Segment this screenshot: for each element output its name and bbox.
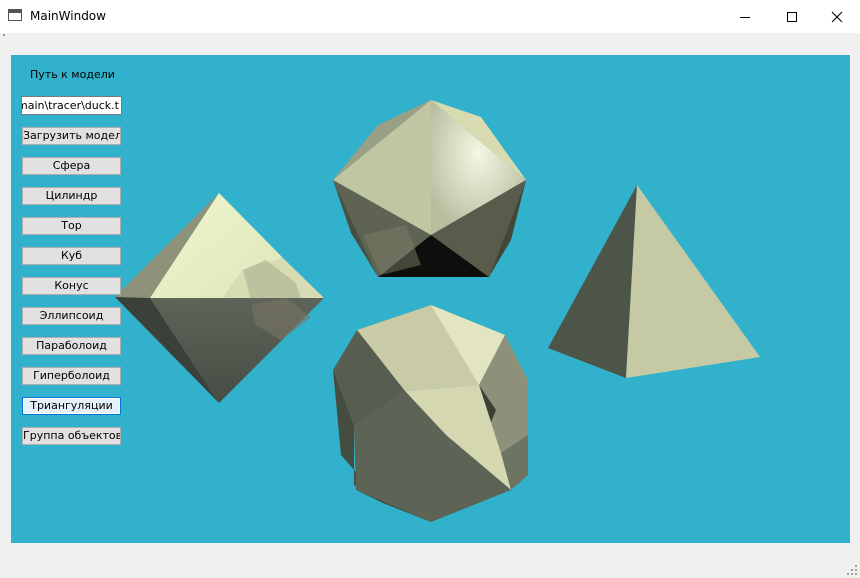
title-bar: MainWindow — [0, 0, 860, 33]
dodecahedron-model — [333, 305, 528, 522]
minimize-icon — [740, 16, 750, 18]
app-window-icon — [8, 9, 22, 21]
icosahedron-model — [333, 100, 526, 277]
triangulations-button[interactable]: Триангуляции — [22, 397, 121, 415]
tetrahedron-model — [548, 185, 760, 378]
maximize-icon — [787, 11, 797, 22]
size-grip-icon[interactable] — [847, 565, 857, 575]
paraboloid-button[interactable]: Параболоид — [22, 337, 121, 355]
model-path-input[interactable]: ry-main\tracer\duck.t — [21, 96, 122, 115]
load-model-button[interactable]: Загрузить модель — [22, 127, 121, 145]
minimize-button[interactable] — [722, 0, 768, 33]
object-group-button[interactable]: Группа объектов — [22, 427, 121, 445]
cone-button[interactable]: Конус — [22, 277, 121, 295]
model-path-label: Путь к модели — [30, 68, 115, 81]
cube-button[interactable]: Куб — [22, 247, 121, 265]
scene-canvas — [115, 100, 760, 522]
torus-button[interactable]: Тор — [22, 217, 121, 235]
model-path-value: ry-main\tracer\duck.t — [22, 99, 119, 112]
maximize-button[interactable] — [769, 0, 815, 33]
window-title: MainWindow — [30, 9, 106, 23]
octahedron-model — [115, 193, 324, 403]
cylinder-button[interactable]: Цилиндр — [22, 187, 121, 205]
close-icon — [831, 11, 843, 22]
menu-bar — [0, 33, 860, 41]
ellipsoid-button[interactable]: Эллипсоид — [22, 307, 121, 325]
close-button[interactable] — [814, 0, 860, 33]
sphere-button[interactable]: Сфера — [22, 157, 121, 175]
hyperboloid-button[interactable]: Гиперболоид — [22, 367, 121, 385]
render-viewport[interactable] — [11, 55, 850, 543]
toolbar-grip-icon — [3, 34, 5, 36]
